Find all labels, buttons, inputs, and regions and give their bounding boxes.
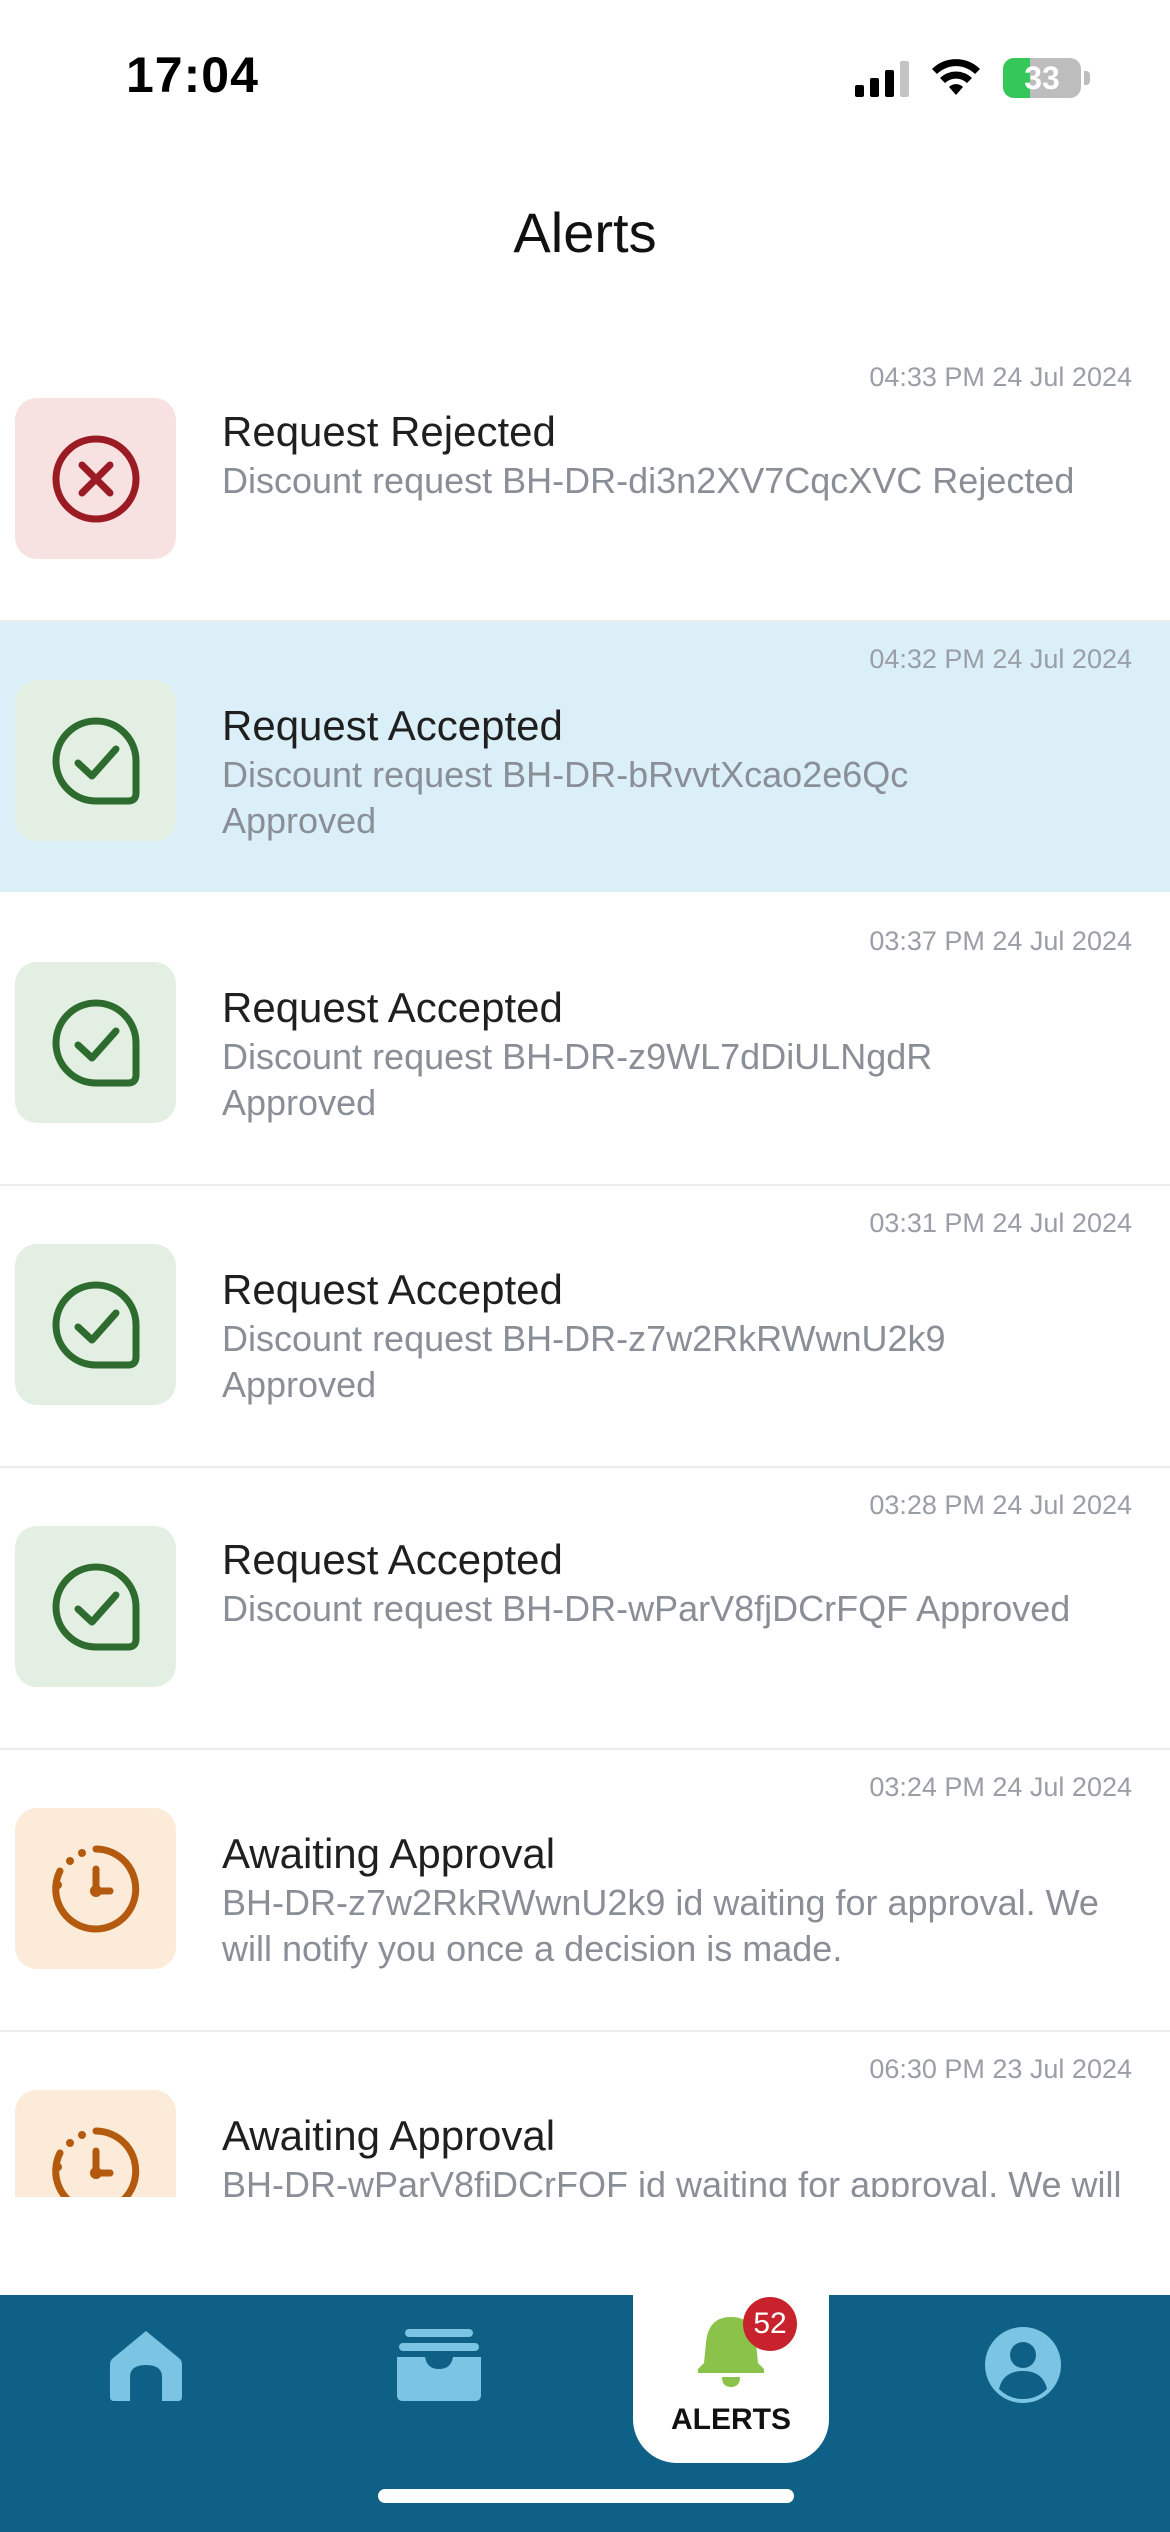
status-bar: 17:04 33	[0, 0, 1170, 150]
page-title: Alerts	[513, 201, 657, 264]
alert-status-tile	[15, 1808, 176, 1969]
check-circle-icon	[48, 713, 144, 809]
nav-alerts-label: ALERTS	[671, 2403, 791, 2436]
alert-timestamp: 03:24 PM 24 Jul 2024	[869, 1772, 1132, 1802]
alert-item[interactable]: 03:31 PM 24 Jul 2024 Request Accepted Disc…	[0, 1186, 1170, 1468]
alert-message: Discount request BH-DR-wParV8fjDCrFQF Ap…	[222, 1588, 1071, 1629]
alert-title: Awaiting Approval	[222, 1830, 556, 1877]
alert-item[interactable]: 04:33 PM 24 Jul 2024 Request Rejected Disc…	[0, 340, 1170, 622]
x-circle-icon	[48, 431, 144, 527]
alert-item[interactable]: 03:37 PM 24 Jul 2024 Request Accepted Disc…	[0, 904, 1170, 1186]
alert-message: Discount request BH-DR-bRvvtXcao2e6Qc Ap…	[222, 754, 909, 841]
alert-timestamp: 04:32 PM 24 Jul 2024	[869, 644, 1132, 674]
alerts-count-badge: 52	[743, 2297, 797, 2351]
alert-status-tile	[15, 1244, 176, 1405]
alert-message: Discount request BH-DR-z7w2RkRWwnU2k9 Ap…	[222, 1318, 946, 1405]
alert-timestamp: 03:31 PM 24 Jul 2024	[869, 1208, 1132, 1238]
cellular-signal-icon	[855, 59, 909, 97]
alert-message: BH-DR-z7w2RkRWwnU2k9 id waiting for appr…	[222, 1882, 1099, 1969]
inbox-icon	[397, 2329, 481, 2401]
alert-title: Request Rejected	[222, 408, 556, 455]
alert-title: Request Accepted	[222, 984, 563, 1031]
alert-status-tile	[15, 962, 176, 1123]
wifi-icon	[932, 59, 980, 95]
alert-message: BH-DR-wParV8fjDCrFQF id waiting for appr…	[222, 2164, 1122, 2197]
alert-item[interactable]: 04:32 PM 24 Jul 2024 Request Accepted Disc…	[0, 622, 1170, 904]
alert-message: Discount request BH-DR-di3n2XV7CqcXVC Re…	[222, 460, 1075, 501]
alert-timestamp: 04:33 PM 24 Jul 2024	[869, 362, 1132, 392]
profile-icon	[985, 2327, 1061, 2403]
alert-message: Discount request BH-DR-z9WL7dDiULNgdR Ap…	[222, 1036, 933, 1123]
alerts-list[interactable]: 04:33 PM 24 Jul 2024 Request Rejected Disc…	[0, 340, 1170, 2197]
alert-item[interactable]: 03:28 PM 24 Jul 2024 Request Accepted Disc…	[0, 1468, 1170, 1750]
alert-status-tile	[15, 1526, 176, 1687]
nav-profile-button[interactable]	[953, 2325, 1093, 2445]
home-icon	[110, 2331, 182, 2401]
alert-timestamp: 03:37 PM 24 Jul 2024	[869, 926, 1132, 956]
check-circle-icon	[48, 995, 144, 1091]
timer-icon	[48, 2123, 144, 2197]
alert-title: Request Accepted	[222, 1266, 563, 1313]
timer-icon	[48, 1841, 144, 1937]
alert-status-tile	[15, 398, 176, 559]
nav-home-button[interactable]	[76, 2325, 216, 2445]
alert-status-tile	[15, 680, 176, 841]
alert-title: Request Accepted	[222, 1536, 563, 1583]
alert-item[interactable]: 06:30 PM 23 Jul 2024 Awaiting Approval BH-…	[0, 2032, 1170, 2197]
alert-title: Request Accepted	[222, 702, 563, 749]
battery-level: 33	[1024, 59, 1060, 96]
nav-inbox-button[interactable]	[369, 2325, 509, 2445]
home-indicator	[378, 2489, 794, 2503]
battery-icon: 33	[1003, 58, 1081, 98]
check-circle-icon	[48, 1559, 144, 1655]
alert-timestamp: 06:30 PM 23 Jul 2024	[869, 2054, 1132, 2084]
nav-alerts-button[interactable]: 52 ALERTS	[633, 2293, 829, 2463]
status-time: 17:04	[126, 47, 259, 103]
alert-status-tile	[15, 2090, 176, 2197]
alert-title: Awaiting Approval	[222, 2112, 556, 2159]
check-circle-icon	[48, 1277, 144, 1373]
alert-item[interactable]: 03:24 PM 24 Jul 2024 Awaiting Approval BH-…	[0, 1750, 1170, 2032]
status-icons: 33	[855, 56, 1090, 100]
alert-timestamp: 03:28 PM 24 Jul 2024	[869, 1490, 1132, 1520]
